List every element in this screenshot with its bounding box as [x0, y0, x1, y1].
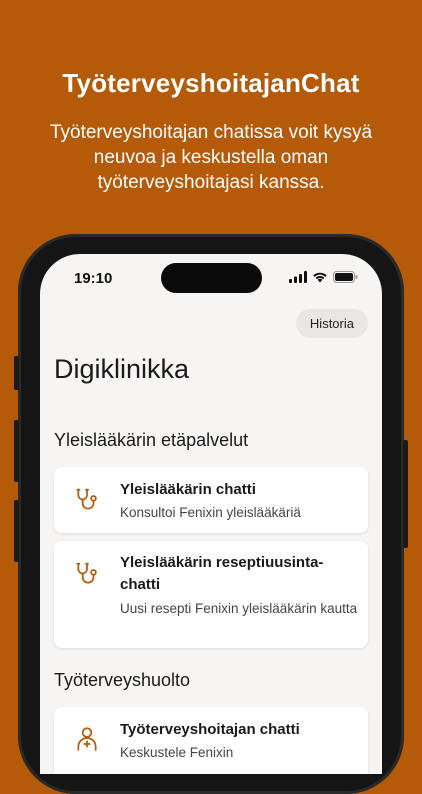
list-item-title: Yleislääkärin chatti: [120, 481, 256, 498]
list-item-description: Konsultoi Fenixin yleislääkäriä: [120, 505, 301, 520]
nurse-icon: [77, 727, 97, 751]
promo-subtitle: Työterveyshoitajan chatissa voit kysyä n…: [49, 122, 373, 193]
phone-volume-up-button: [14, 420, 19, 482]
list-item-gp-chat[interactable]: Yleislääkärin chatti Konsultoi Fenixin y…: [54, 467, 368, 533]
section-title-occupational-health: Työterveyshuolto: [54, 670, 191, 690]
status-icons: [289, 271, 358, 283]
list-item-nurse-chat[interactable]: Työterveyshoitajan chatti Keskustele Fen…: [54, 707, 368, 774]
phone-volume-down-button: [14, 500, 19, 562]
signal-icon: [289, 271, 307, 283]
stethoscope-icon: [76, 562, 97, 584]
phone-power-button: [403, 440, 408, 548]
stethoscope-icon: [76, 488, 97, 510]
section-title-gp-remote: Yleislääkärin etäpalvelut: [54, 430, 249, 450]
list-item-title: Yleislääkärin reseptiuusinta-chatti: [120, 554, 324, 593]
dynamic-island: [161, 263, 262, 293]
phone-side-button: [14, 356, 19, 390]
list-item-gp-prescription-chat[interactable]: Yleislääkärin reseptiuusinta-chatti Uusi…: [54, 541, 368, 648]
wifi-icon: [313, 272, 327, 283]
promo-title: TyöterveyshoitajanChat: [62, 68, 360, 98]
page-title: Digiklinikka: [54, 354, 190, 384]
list-item-description: Keskustele Fenixin: [120, 745, 234, 760]
status-time: 19:10: [74, 270, 113, 287]
list-item-description: Uusi resepti Fenixin yleislääkärin kautt…: [120, 601, 358, 616]
list-item-title: Työterveyshoitajan chatti: [120, 721, 300, 738]
history-button[interactable]: Historia: [295, 309, 368, 338]
phone-screen: 19:10 Historia Digiklinikka Yleislääkäri…: [40, 254, 382, 774]
battery-icon: [333, 271, 358, 283]
